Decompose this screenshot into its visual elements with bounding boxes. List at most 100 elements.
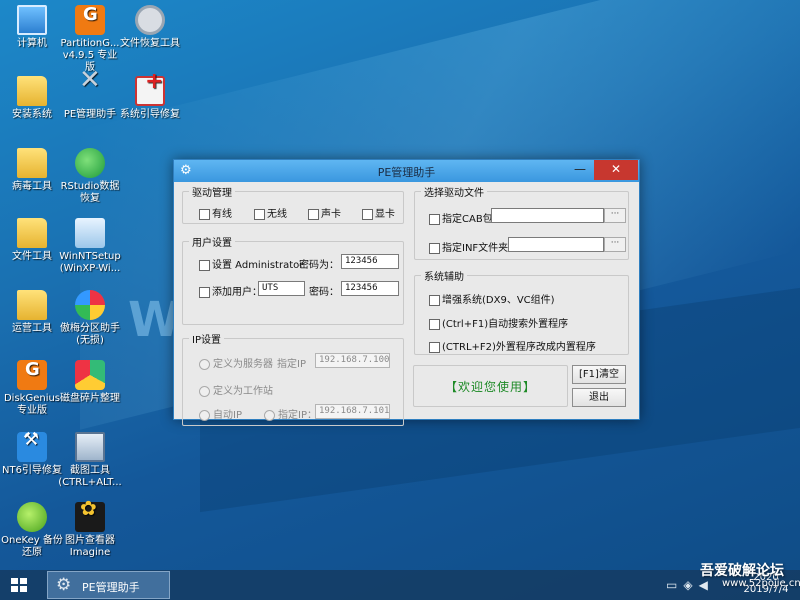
desktop-icon-label: NT6引导修复: [2, 465, 62, 476]
radio-label: 定义为服务器: [213, 359, 273, 370]
checkbox-sound-card[interactable]: 声卡: [308, 205, 341, 220]
keyboard-icon[interactable]: ▭: [666, 578, 683, 592]
desktop-icon-label: 病毒工具: [12, 181, 52, 192]
checkbox-box[interactable]: [254, 208, 265, 220]
desktop-icon-label: PE管理助手: [63, 109, 117, 120]
window-titlebar[interactable]: ⚙ PE管理助手 — ✕: [174, 160, 639, 182]
desktop-icon-pe-manager[interactable]: PE管理助手: [58, 74, 122, 121]
group-title: 用户设置: [189, 234, 235, 249]
checkbox-wired[interactable]: 有线: [199, 205, 232, 220]
folder-icon: [17, 218, 47, 248]
checkbox-box[interactable]: [199, 259, 210, 271]
desktop-icon-nt6-repair[interactable]: NT6引导修复: [0, 432, 64, 477]
desktop-icon-label: 系统引导修复: [120, 109, 180, 120]
taskbar-item-pe-manager[interactable]: ⚙ PE管理助手: [47, 571, 170, 599]
desktop-icon-label: DiskGenius 专业版: [3, 393, 61, 416]
radio-define-workstation[interactable]: 定义为工作站: [199, 382, 273, 397]
radio-button[interactable]: [199, 385, 210, 397]
checkbox-label: 无线: [267, 209, 287, 220]
volume-icon[interactable]: ◀: [699, 578, 714, 592]
desktop-icon-label: WinNTSetup (WinXP-Wi...: [59, 251, 121, 274]
inf-browse-button[interactable]: ···: [604, 237, 626, 252]
checkbox-label: 有线: [212, 209, 232, 220]
checkbox-box[interactable]: [199, 286, 210, 298]
desktop-icon-file-recovery[interactable]: 文件恢复工具: [118, 5, 182, 50]
radio-auto-ip[interactable]: 自动IP: [199, 406, 242, 421]
radio-button[interactable]: [264, 409, 275, 421]
radio-button[interactable]: [199, 358, 210, 370]
inf-path-field[interactable]: [508, 237, 604, 252]
radio-label: 定义为工作站: [213, 386, 273, 397]
checkbox-inf[interactable]: 指定INF文件夹：: [429, 239, 518, 254]
desktop-icon-ops-tools[interactable]: 运营工具: [0, 290, 64, 335]
checkbox-external-to-internal[interactable]: (CTRL+F2)外置程序改成内置程序: [429, 338, 596, 353]
windows-logo-icon: [11, 578, 27, 592]
defrag-icon: [75, 360, 105, 390]
desktop-icon-aomei[interactable]: 傲梅分区助手 (无损): [58, 290, 122, 347]
checkbox-box[interactable]: [199, 208, 210, 220]
desktop-icon-partitionguru[interactable]: PartitionG... v4.9.5 专业版: [58, 5, 122, 74]
desktop-icon-label: 磁盘碎片整理: [60, 393, 120, 404]
checkbox-box[interactable]: [429, 294, 440, 306]
user-password-field[interactable]: 123456: [341, 281, 399, 296]
cab-path-field[interactable]: [491, 208, 604, 223]
onekey-icon: [17, 502, 47, 532]
checkbox-label: (CTRL+F2)外置程序改成内置程序: [442, 342, 596, 353]
checkbox-box[interactable]: [429, 341, 440, 353]
add-user-field[interactable]: UTS: [258, 281, 305, 296]
desktop-icon-computer[interactable]: 计算机: [0, 5, 64, 50]
folder-icon: [17, 290, 47, 320]
desktop-icon-snipping-tool[interactable]: 截图工具 (CTRL+ALT...: [58, 432, 122, 489]
radio-button[interactable]: [199, 409, 210, 421]
checkbox-enhance-system[interactable]: 增强系统(DX9、VC组件): [429, 291, 555, 306]
desktop-icon-winntsetup[interactable]: WinNTSetup (WinXP-Wi...: [58, 218, 122, 275]
desktop-icon-defrag[interactable]: 磁盘碎片整理: [58, 360, 122, 405]
rstudio-icon: [75, 148, 105, 178]
network-icon[interactable]: ◈: [683, 578, 698, 592]
desktop-icon-diskgenius[interactable]: DiskGenius 专业版: [0, 360, 64, 417]
file-recovery-icon: [135, 5, 165, 35]
checkbox-box[interactable]: [362, 208, 373, 220]
radio-specify-ip[interactable]: 指定IP：: [264, 406, 317, 421]
workstation-ip-field[interactable]: 192.168.7.101: [315, 404, 390, 419]
checkbox-box[interactable]: [429, 318, 440, 330]
desktop-icon-label: 计算机: [17, 38, 47, 49]
desktop-icon-onekey[interactable]: OneKey 备份 还原: [0, 502, 64, 559]
checkbox-add-user[interactable]: 添加用户：: [199, 283, 262, 298]
desktop-icon-rstudio[interactable]: RStudio数据 恢复: [58, 148, 122, 205]
group-title: 选择驱动文件: [421, 184, 487, 199]
desktop-icon-install-system[interactable]: 安装系统: [0, 76, 64, 121]
cab-browse-button[interactable]: ···: [604, 208, 626, 223]
system-tray[interactable]: ▭◈◀: [666, 578, 714, 592]
desktop-icon-label: 文件恢复工具: [120, 38, 180, 49]
checkbox-box[interactable]: [308, 208, 319, 220]
checkbox-auto-search-external[interactable]: (Ctrl+F1)自动搜索外置程序: [429, 315, 568, 330]
taskbar-item-label: PE管理助手: [82, 581, 140, 594]
exit-button[interactable]: 退出: [572, 388, 626, 407]
checkbox-graphics-card[interactable]: 显卡: [362, 205, 395, 220]
start-button[interactable]: [0, 570, 40, 600]
tools-icon: [75, 74, 105, 106]
admin-password-field[interactable]: 123456: [341, 254, 399, 269]
window-body: 驱动管理 有线 无线 声卡 显卡 用户设置 设置 Administrator 密…: [174, 182, 639, 426]
desktop-icon-label: OneKey 备份 还原: [1, 535, 63, 558]
group-title: 系统辅助: [421, 268, 467, 283]
radio-define-server[interactable]: 定义为服务器: [199, 355, 273, 370]
pe-manager-window: ⚙ PE管理助手 — ✕ 驱动管理 有线 无线 声卡 显卡 用户设置 设置 Ad…: [173, 159, 640, 426]
close-button[interactable]: ✕: [594, 160, 638, 180]
desktop-icon-imagine[interactable]: 图片查看器 Imagine: [58, 502, 122, 559]
desktop-icon-boot-repair[interactable]: 系统引导修复: [118, 76, 182, 121]
clear-button[interactable]: [F1]清空: [572, 365, 626, 384]
checkbox-wireless[interactable]: 无线: [254, 205, 287, 220]
desktop-icon-virus-tools[interactable]: 病毒工具: [0, 148, 64, 193]
diskgenius-icon: [17, 360, 47, 390]
checkbox-label: 设置 Administrator: [212, 260, 304, 271]
checkbox-box[interactable]: [429, 213, 440, 225]
first-aid-kit-icon: [135, 76, 165, 106]
server-ip-field[interactable]: 192.168.7.100: [315, 353, 390, 368]
desktop-icon-file-tools[interactable]: 文件工具: [0, 218, 64, 263]
checkbox-set-admin[interactable]: 设置 Administrator: [199, 256, 303, 271]
minimize-button[interactable]: —: [567, 160, 593, 180]
watermark-url: www.52pojie.cn: [722, 578, 800, 589]
checkbox-box[interactable]: [429, 242, 440, 254]
